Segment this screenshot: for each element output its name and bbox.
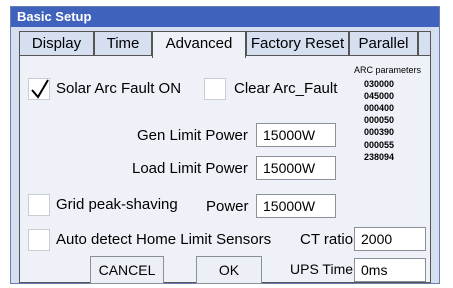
load-limit-power-label: Load Limit Power <box>132 160 248 177</box>
basic-setup-window: Basic Setup Display Time Advanced Factor… <box>10 6 440 284</box>
arc-parameter-value: 000390 <box>364 127 395 137</box>
advanced-panel: Solar Arc Fault ON Clear Arc_Fault ARC p… <box>19 55 431 284</box>
checkmark-icon <box>31 79 49 99</box>
tab-bar: Display Time Advanced Factory Reset Para… <box>19 31 431 58</box>
cancel-button[interactable]: CANCEL <box>90 256 164 284</box>
tab-overflow <box>418 31 431 55</box>
solar-arc-fault-checkbox[interactable] <box>28 78 50 100</box>
gen-limit-power-label: Gen Limit Power <box>137 127 248 144</box>
grid-peak-shaving-checkbox[interactable] <box>28 194 50 216</box>
arc-parameter-value: 030000 <box>364 79 395 89</box>
arc-parameters-title: ARC parameters <box>354 65 422 75</box>
power-input[interactable]: 15000W <box>256 194 336 218</box>
ct-ratio-label: CT ratio <box>300 231 354 248</box>
ct-ratio-input[interactable]: 2000 <box>354 227 426 251</box>
ok-button[interactable]: OK <box>196 256 262 284</box>
ups-time-input[interactable]: 0ms <box>354 258 426 282</box>
arc-parameter-value: 045000 <box>364 91 395 101</box>
load-limit-power-input[interactable]: 15000W <box>256 156 336 180</box>
gen-limit-power-input[interactable]: 15000W <box>256 123 336 147</box>
clear-arc-fault-checkbox[interactable] <box>204 78 226 100</box>
power-label: Power <box>206 198 249 215</box>
ups-time-label: UPS Time <box>290 261 354 277</box>
window-title: Basic Setup <box>11 7 439 27</box>
auto-detect-checkbox[interactable] <box>28 229 50 251</box>
tab-advanced[interactable]: Advanced <box>152 31 246 58</box>
arc-parameter-value: 238094 <box>364 152 395 162</box>
clear-arc-fault-label: Clear Arc_Fault <box>234 80 338 97</box>
auto-detect-label: Auto detect Home Limit Sensors <box>56 231 272 248</box>
tab-display[interactable]: Display <box>19 31 94 55</box>
tab-parallel[interactable]: Parallel <box>349 31 418 55</box>
tab-factory-reset[interactable]: Factory Reset <box>246 31 349 55</box>
solar-arc-fault-label: Solar Arc Fault ON <box>56 80 182 97</box>
tab-time[interactable]: Time <box>94 31 152 55</box>
arc-parameter-value: 000050 <box>364 115 395 125</box>
arc-parameter-value: 000400 <box>364 103 395 113</box>
arc-parameter-value: 000055 <box>364 140 395 150</box>
grid-peak-shaving-label: Grid peak-shaving <box>56 196 178 213</box>
